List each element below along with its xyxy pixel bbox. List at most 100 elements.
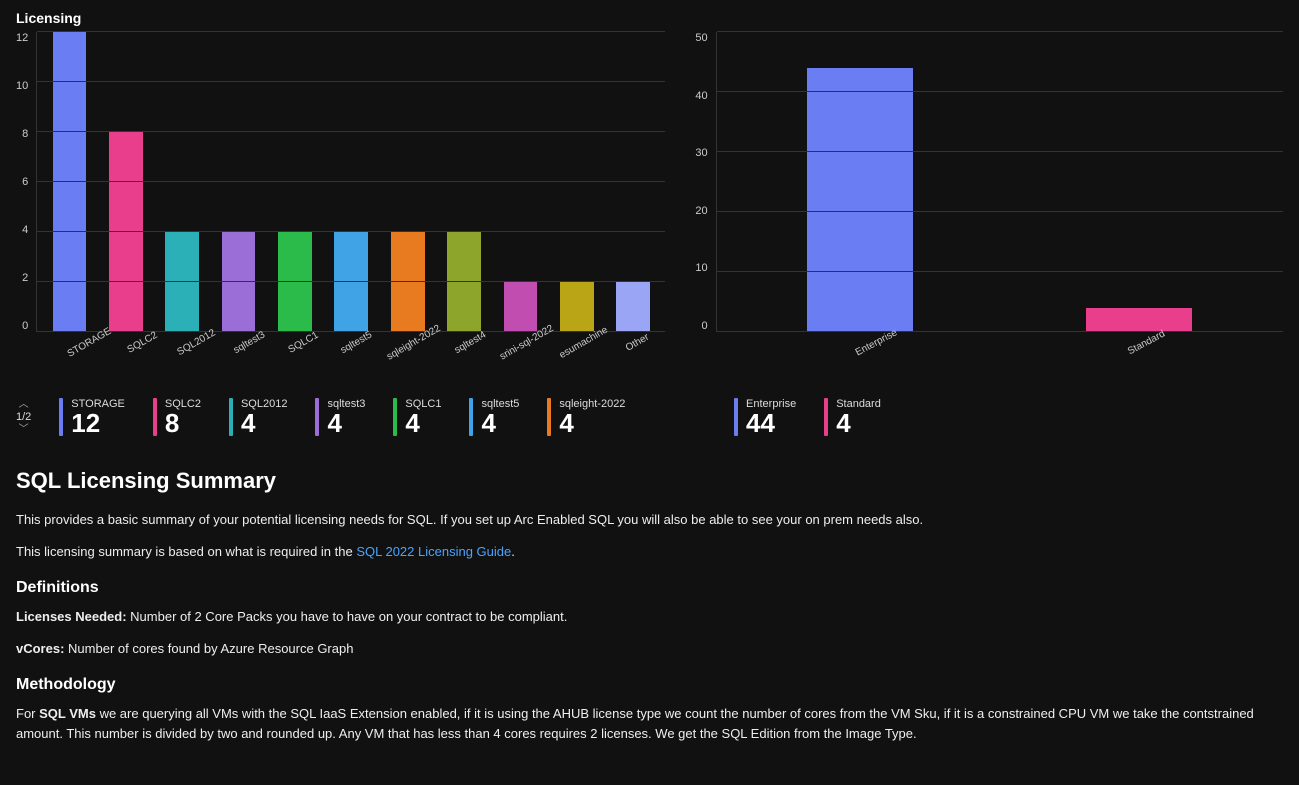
- definition-vcores: vCores: Number of cores found by Azure R…: [16, 639, 1276, 659]
- y-tick: 40: [695, 90, 707, 102]
- kpi-sqltest5[interactable]: sqltest54: [469, 398, 519, 436]
- bar-slot: [210, 32, 266, 332]
- bar-SQLC1[interactable]: [278, 232, 312, 332]
- summary-title: SQL Licensing Summary: [16, 468, 1276, 494]
- bar-sqltest5[interactable]: [334, 232, 368, 332]
- chevron-up-icon[interactable]: ︿: [19, 400, 29, 410]
- bar-slot: [605, 32, 661, 332]
- bar-sqleight-2022[interactable]: [391, 232, 425, 332]
- bar-slot: [323, 32, 379, 332]
- bar-Enterprise[interactable]: [807, 68, 913, 332]
- intro2-prefix: This licensing summary is based on what …: [16, 544, 356, 559]
- gridline: [37, 81, 665, 82]
- gridline: [37, 31, 665, 32]
- bar-slot: [267, 32, 323, 332]
- chevron-down-icon[interactable]: ﹀: [19, 425, 29, 435]
- y-tick: 30: [695, 147, 707, 159]
- gridline: [37, 331, 665, 332]
- kpi-value: 4: [405, 410, 441, 436]
- x-label: SQLC1: [277, 325, 338, 378]
- kpi-SQL2012[interactable]: SQL20124: [229, 398, 287, 436]
- x-axis-labels: STORAGESQLC2SQL2012sqltest3SQLC1sqltest5…: [56, 332, 665, 368]
- gridline: [37, 231, 665, 232]
- chart-by-machine: 121086420 STORAGESQLC2SQL2012sqltest3SQL…: [16, 32, 665, 368]
- chart-by-edition: 50403020100 EnterpriseStandard: [695, 32, 1283, 368]
- y-tick: 12: [16, 32, 28, 44]
- kpi-color-bar: [153, 398, 157, 436]
- methodology-text: For SQL VMs we are querying all VMs with…: [16, 704, 1276, 743]
- kpi-color-bar: [734, 398, 738, 436]
- bar-STORAGE[interactable]: [53, 32, 87, 332]
- kpi-value: 4: [836, 410, 881, 436]
- y-tick: 0: [702, 320, 708, 332]
- kpi-color-bar: [393, 398, 397, 436]
- y-tick: 2: [22, 272, 28, 284]
- intro2-suffix: .: [511, 544, 515, 559]
- bar-esumachine[interactable]: [560, 282, 594, 332]
- def2-label: vCores:: [16, 641, 64, 656]
- bar-SQL2012[interactable]: [165, 232, 199, 332]
- y-tick: 10: [695, 262, 707, 274]
- method-prefix: For: [16, 706, 39, 721]
- kpi-value: 4: [241, 410, 287, 436]
- y-tick: 20: [695, 205, 707, 217]
- x-label: Other: [612, 325, 673, 378]
- x-axis-labels: EnterpriseStandard: [735, 332, 1283, 368]
- bar-slot: [549, 32, 605, 332]
- kpi-color-bar: [229, 398, 233, 436]
- kpi-value: 4: [559, 410, 625, 436]
- definition-licenses-needed: Licenses Needed: Number of 2 Core Packs …: [16, 607, 1276, 627]
- bar-slot: [154, 32, 210, 332]
- kpi-sqltest3[interactable]: sqltest34: [315, 398, 365, 436]
- gridline: [717, 91, 1283, 92]
- kpi-SQLC2[interactable]: SQLC28: [153, 398, 201, 436]
- x-label: sqltest3: [224, 325, 285, 378]
- kpi-value: 4: [327, 410, 365, 436]
- kpi-STORAGE[interactable]: STORAGE12: [59, 398, 125, 436]
- gridline: [717, 211, 1283, 212]
- bar-slot: [41, 32, 97, 332]
- bar-sqltest3[interactable]: [222, 232, 256, 332]
- bar-SQLC2[interactable]: [109, 132, 143, 332]
- y-axis: 50403020100: [695, 32, 715, 332]
- x-label: sqltest4: [444, 325, 505, 378]
- y-tick: 0: [22, 320, 28, 332]
- charts-row: 121086420 STORAGESQLC2SQL2012sqltest3SQL…: [16, 32, 1283, 368]
- x-label: esumachine: [558, 325, 620, 378]
- methodology-heading: Methodology: [16, 676, 1276, 694]
- kpi-color-bar: [824, 398, 828, 436]
- licensing-guide-link[interactable]: SQL 2022 Licensing Guide: [356, 544, 511, 559]
- kpi-color-bar: [59, 398, 63, 436]
- method-bold: SQL VMs: [39, 706, 96, 721]
- kpi-color-bar: [547, 398, 551, 436]
- gridline: [37, 131, 665, 132]
- gridline: [37, 281, 665, 282]
- method-text: we are querying all VMs with the SQL Iaa…: [16, 706, 1254, 741]
- kpi-row: ︿ 1/2 ﹀ STORAGE12 SQLC28 SQL20124 sqltest34…: [16, 398, 1283, 436]
- y-tick: 6: [22, 176, 28, 188]
- kpi-sqleight-2022[interactable]: sqleight-20224: [547, 398, 625, 436]
- pager-text: 1/2: [16, 412, 31, 423]
- section-title-licensing: Licensing: [16, 10, 1283, 26]
- bar-srini-sql-2022[interactable]: [504, 282, 538, 332]
- kpi-pager: ︿ 1/2 ﹀: [16, 400, 31, 435]
- y-axis: 121086420: [16, 32, 36, 332]
- kpi-Standard[interactable]: Standard4: [824, 398, 881, 436]
- bar-sqltest4[interactable]: [447, 232, 481, 332]
- kpi-list-machines: STORAGE12 SQLC28 SQL20124 sqltest34 SQLC14 sq…: [59, 398, 666, 436]
- gridline: [37, 181, 665, 182]
- plot-area: [36, 32, 665, 332]
- kpi-color-bar: [315, 398, 319, 436]
- kpi-SQLC1[interactable]: SQLC14: [393, 398, 441, 436]
- bar-Other[interactable]: [616, 282, 650, 332]
- kpi-value: 12: [71, 410, 125, 436]
- gridline: [717, 31, 1283, 32]
- summary-intro-2: This licensing summary is based on what …: [16, 542, 1276, 562]
- y-tick: 8: [22, 128, 28, 140]
- def1-text: Number of 2 Core Packs you have to have …: [127, 609, 568, 624]
- x-label: sqltest5: [331, 325, 392, 378]
- bar-slot: [380, 32, 436, 332]
- bar-slot: [98, 32, 154, 332]
- kpi-list-editions: Enterprise44Standard4: [734, 398, 1283, 436]
- gridline: [717, 151, 1283, 152]
